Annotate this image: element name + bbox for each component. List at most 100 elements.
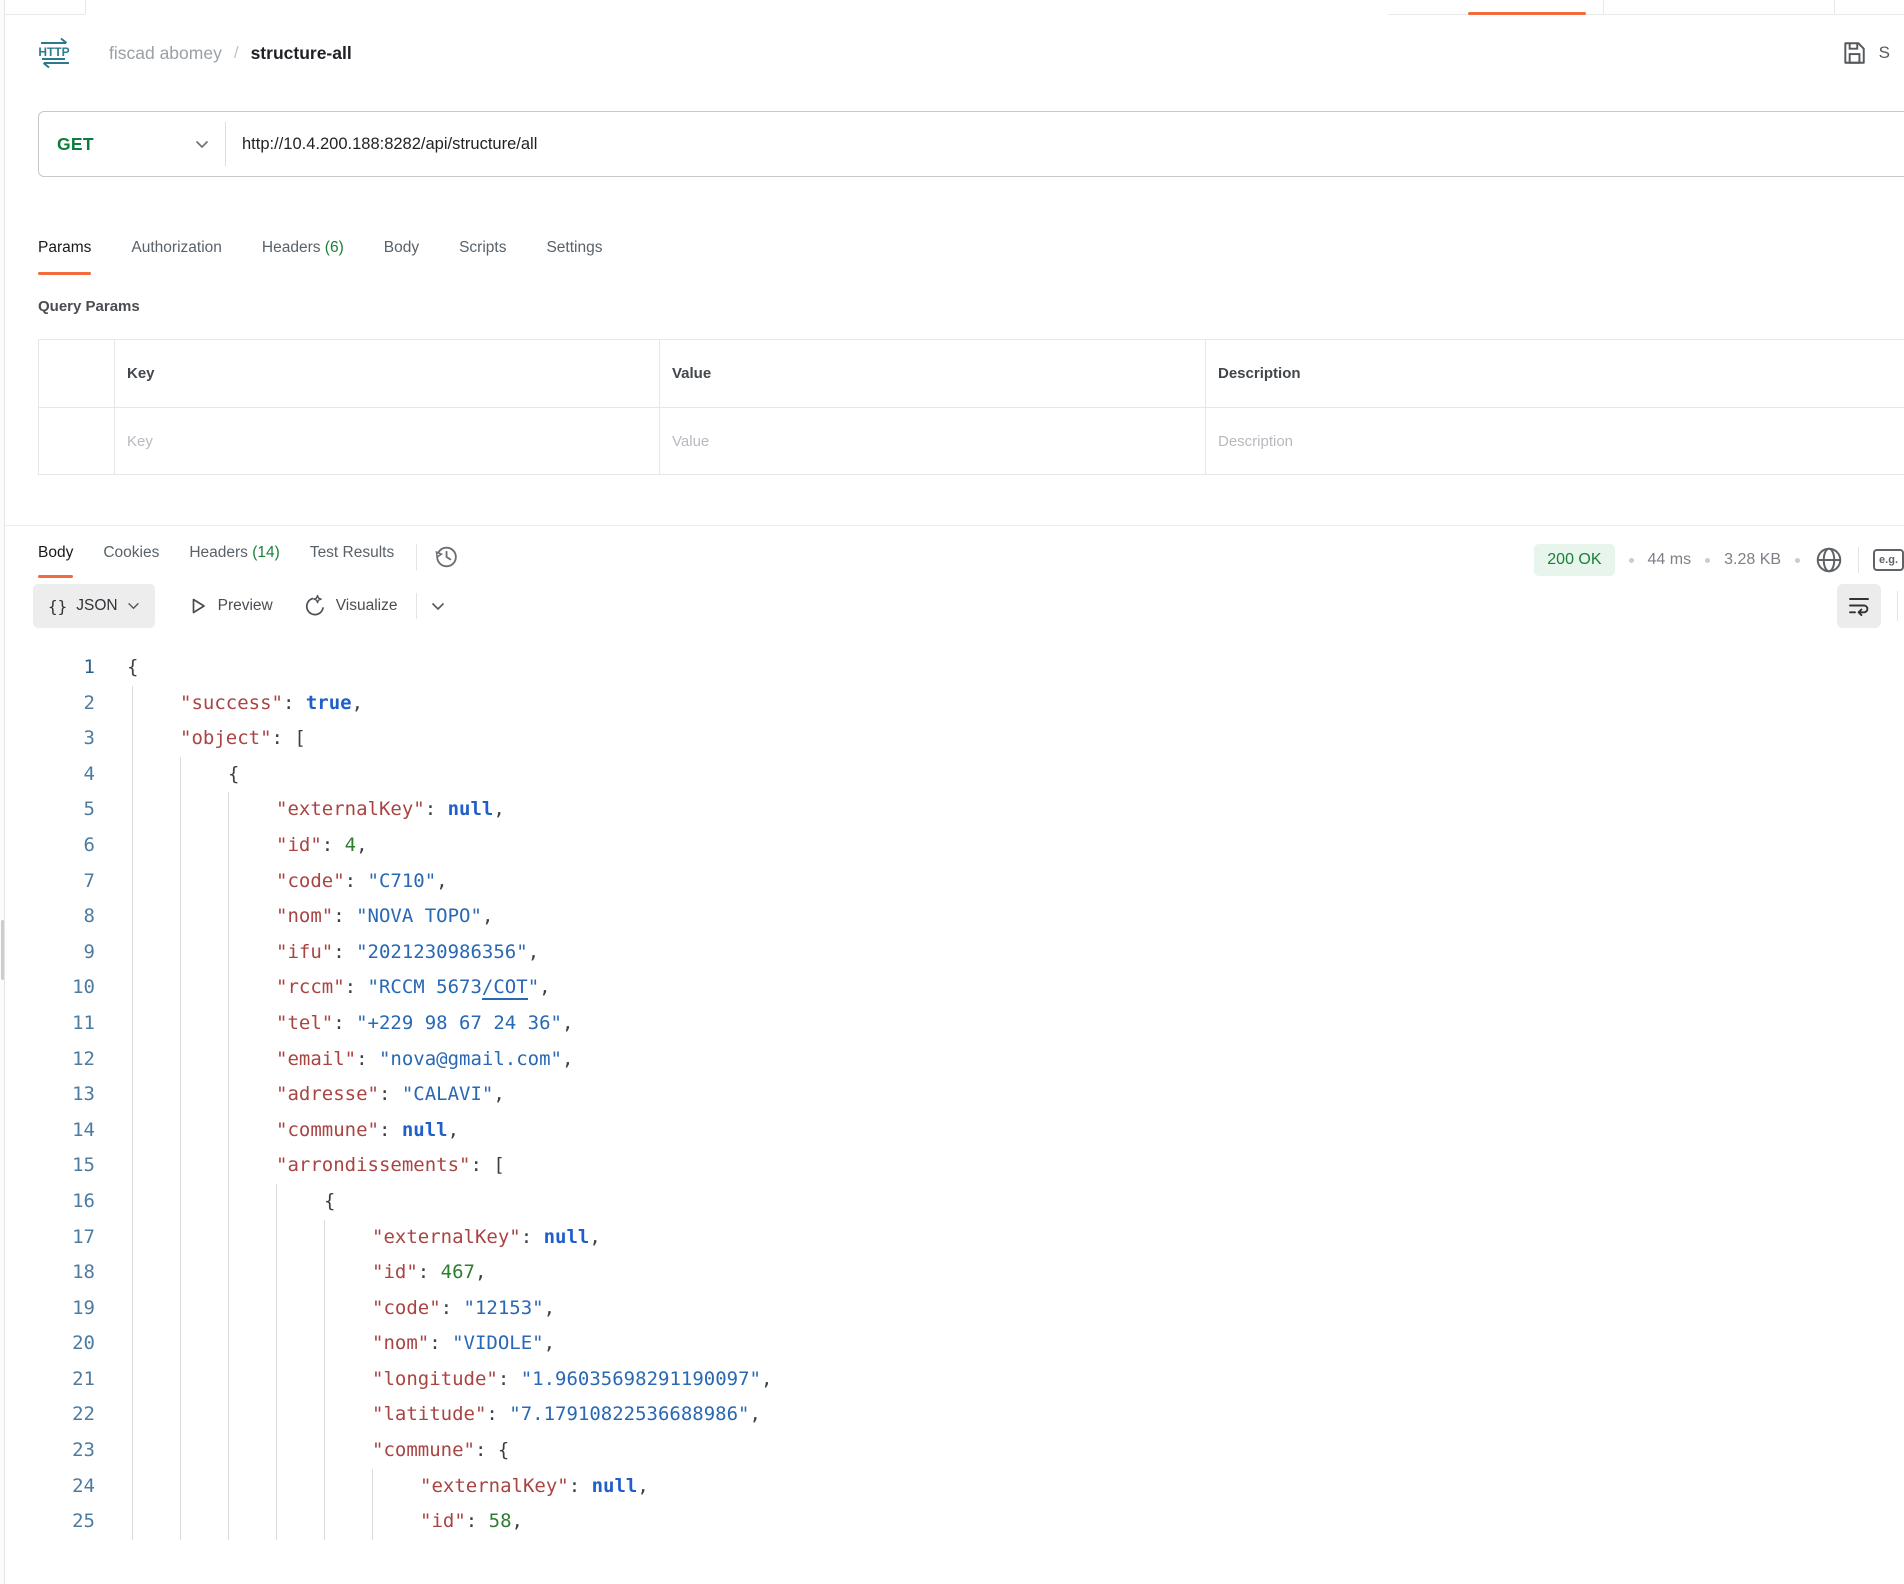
response-history-button[interactable] xyxy=(433,544,459,570)
code-line: 11"tel": "+229 98 67 24 36", xyxy=(5,1006,1904,1042)
code-line: 8"nom": "NOVA TOPO", xyxy=(5,899,1904,935)
divider xyxy=(416,544,417,570)
response-tab-cookies[interactable]: Cookies xyxy=(103,544,159,578)
visualize-label: Visualize xyxy=(336,597,398,615)
code-tokens: "code": "12153", xyxy=(372,1291,555,1327)
token-punc: , xyxy=(436,870,447,892)
indent-guide xyxy=(132,935,180,971)
token-punc: : xyxy=(333,941,356,963)
param-key-input[interactable] xyxy=(127,433,632,450)
indent-guide xyxy=(180,1397,228,1433)
history-icon xyxy=(433,544,459,570)
line-number: 6 xyxy=(5,828,95,864)
token-key: "code" xyxy=(372,1297,441,1319)
row-select-cell[interactable] xyxy=(39,408,115,474)
response-time[interactable]: 44 ms xyxy=(1648,551,1692,569)
method-selector[interactable]: GET xyxy=(39,112,225,176)
tab-authorization[interactable]: Authorization xyxy=(131,239,221,275)
token-punc: : xyxy=(333,905,356,927)
response-tab-headers[interactable]: Headers (14) xyxy=(189,544,279,578)
url-input[interactable] xyxy=(226,112,1904,176)
token-punc: , xyxy=(750,1403,761,1425)
token-key: "rccm" xyxy=(276,976,345,998)
token-key: "nom" xyxy=(372,1332,429,1354)
response-tab-test-results[interactable]: Test Results xyxy=(310,544,394,578)
indent-guide xyxy=(228,1326,276,1362)
code-line: 25"id": 58, xyxy=(5,1504,1904,1540)
indent-guide xyxy=(228,828,276,864)
line-number: 25 xyxy=(5,1504,95,1540)
tab-params[interactable]: Params xyxy=(38,239,91,275)
token-punc: , xyxy=(539,976,550,998)
tab-body[interactable]: Body xyxy=(384,239,419,275)
workspace-tab-strip[interactable] xyxy=(5,0,1904,15)
line-number: 7 xyxy=(5,864,95,900)
indent-guide xyxy=(132,1113,180,1149)
param-value-input[interactable] xyxy=(672,433,1178,450)
example-button[interactable]: e.g. xyxy=(1873,549,1904,571)
indent-guide xyxy=(132,1077,180,1113)
token-key: "longitude" xyxy=(372,1368,498,1390)
token-bool: null xyxy=(402,1119,448,1141)
network-globe-button[interactable] xyxy=(1814,545,1844,575)
tab-settings[interactable]: Settings xyxy=(546,239,602,275)
play-icon xyxy=(187,595,209,617)
response-size[interactable]: 3.28 KB xyxy=(1724,551,1781,569)
code-line: 22"latitude": "7.17910822536688986", xyxy=(5,1397,1904,1433)
preview-button[interactable]: Preview xyxy=(187,595,273,617)
line-number: 9 xyxy=(5,935,95,971)
token-punc: , xyxy=(512,1510,523,1532)
tab-separator xyxy=(85,0,86,14)
value-column-header: Value xyxy=(660,340,1206,407)
breadcrumb-request-name[interactable]: structure-all xyxy=(251,43,352,64)
line-number: 21 xyxy=(5,1362,95,1398)
chevron-down-icon[interactable] xyxy=(431,602,445,611)
token-bool: null xyxy=(448,798,494,820)
indent-guide xyxy=(180,864,228,900)
tab-scripts[interactable]: Scripts xyxy=(459,239,506,275)
code-tokens: "commune": null, xyxy=(276,1113,459,1149)
token-str: "+229 98 67 24 36" xyxy=(356,1012,562,1034)
breadcrumb-collection[interactable]: fiscad abomey xyxy=(109,43,222,64)
save-button[interactable]: S xyxy=(1841,40,1890,66)
save-floppy-icon xyxy=(1841,40,1867,66)
token-punc: , xyxy=(493,1083,504,1105)
response-tab-body[interactable]: Body xyxy=(38,544,73,578)
wrap-text-button[interactable] xyxy=(1837,584,1881,628)
code-line: 12"email": "nova@gmail.com", xyxy=(5,1042,1904,1078)
divider xyxy=(1858,547,1859,573)
sidebar-drag-handle[interactable] xyxy=(1,920,4,980)
response-body-toolbar: {} JSON Preview Visualize xyxy=(33,582,1898,630)
status-badge[interactable]: 200 OK xyxy=(1534,544,1614,576)
param-description-input[interactable] xyxy=(1218,433,1870,450)
visualize-button[interactable]: Visualize xyxy=(303,594,398,618)
indent-guide xyxy=(228,935,276,971)
indent-guide xyxy=(228,1148,276,1184)
line-number: 14 xyxy=(5,1113,95,1149)
indent-guide xyxy=(180,1113,228,1149)
token-str: "C710" xyxy=(368,870,437,892)
format-label: JSON xyxy=(76,597,117,615)
code-tokens: "externalKey": null, xyxy=(372,1220,601,1256)
braces-icon: {} xyxy=(48,597,67,616)
code-tokens: "code": "C710", xyxy=(276,864,448,900)
code-tokens: "object": [ xyxy=(180,721,306,757)
response-body-json[interactable]: 1{2"success": true,3"object": [4{5"exter… xyxy=(5,630,1904,1540)
code-line: 14 "commune": null, xyxy=(5,1113,1904,1149)
indent-guide xyxy=(180,1469,228,1505)
token-punc: , xyxy=(475,1261,486,1283)
token-punc: : xyxy=(333,1012,356,1034)
meta-separator-dot xyxy=(1705,558,1710,563)
tab-headers[interactable]: Headers (6) xyxy=(262,239,344,275)
indent-guide xyxy=(324,1326,372,1362)
code-line: 9"ifu": "2021230986356", xyxy=(5,935,1904,971)
line-number: 11 xyxy=(5,1006,95,1042)
format-select[interactable]: {} JSON xyxy=(33,584,155,628)
indent-guide xyxy=(228,1291,276,1327)
token-punc: : [ xyxy=(470,1154,504,1176)
token-punc: , xyxy=(352,692,363,714)
indent-guide xyxy=(276,1255,324,1291)
line-number: 1 xyxy=(5,650,95,686)
indent-guide xyxy=(324,1433,372,1469)
code-tokens: { xyxy=(324,1184,335,1220)
